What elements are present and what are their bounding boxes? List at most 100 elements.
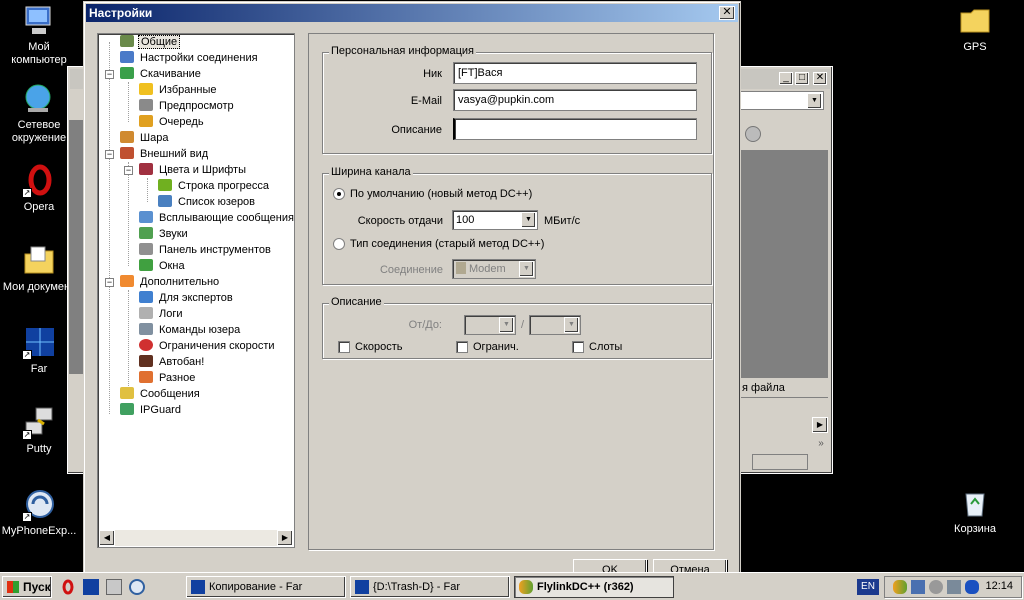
modem-icon — [456, 262, 466, 274]
shortcut-arrow-icon: ↗ — [22, 430, 32, 440]
slots-checkbox[interactable] — [572, 341, 584, 353]
download-icon — [120, 67, 134, 79]
tree-item-popups[interactable]: Всплывающие сообщения — [139, 210, 294, 226]
collapse-toggle[interactable]: − — [105, 150, 114, 159]
close-button[interactable]: ✕ — [719, 6, 735, 20]
tree-item-connection[interactable]: Настройки соединения — [120, 50, 260, 66]
chevron-down-icon[interactable]: ▼ — [807, 93, 822, 109]
usb-tray-icon[interactable] — [947, 580, 961, 594]
background-combo[interactable]: ▼ — [740, 91, 824, 110]
tree-item-downloads[interactable]: Скачивание — [120, 66, 203, 82]
taskbar: Пуск Копирование - Far {D:\Trash-D} - Fa… — [0, 572, 1024, 600]
network-tray-icon[interactable] — [911, 580, 925, 594]
collapse-toggle[interactable]: − — [105, 278, 114, 287]
far-quicklaunch-icon[interactable] — [83, 579, 99, 595]
tree-horizontal-scrollbar[interactable]: ◀ ▶ — [99, 530, 293, 546]
scroll-right-arrow[interactable]: ▶ — [812, 417, 828, 433]
tree-item-queue[interactable]: Очередь — [139, 114, 206, 130]
group-legend: Описание — [329, 296, 384, 308]
limit-checkbox[interactable] — [456, 341, 468, 353]
sound-tray-icon[interactable] — [929, 580, 943, 594]
tree-item-user-commands[interactable]: Команды юзера — [139, 322, 242, 338]
limit-checkbox-label[interactable]: Огранич. — [473, 341, 519, 353]
tree-item-ipguard[interactable]: IPGuard — [120, 402, 183, 418]
tree-item-colors-fonts[interactable]: Цвета и Шрифты — [139, 162, 248, 178]
tree-item-windows[interactable]: Окна — [139, 258, 187, 274]
dialog-titlebar[interactable]: Настройки ✕ — [86, 4, 738, 22]
tree-item-appearance[interactable]: Внешний вид — [120, 146, 210, 162]
maximize-button[interactable]: □ — [795, 72, 809, 85]
default-method-label[interactable]: По умолчанию (новый метод DC++) — [350, 188, 532, 200]
desktop-icon-recycle-bin[interactable]: Корзина — [936, 486, 1014, 536]
tree-item-favorites[interactable]: Избранные — [139, 82, 219, 98]
phone-quicklaunch-icon[interactable] — [129, 579, 145, 595]
desktop-icon-myphoneexplorer[interactable]: ↗ MyPhoneExp... — [0, 488, 78, 538]
speaker-icon[interactable] — [745, 126, 761, 142]
clock[interactable]: 12:14 — [985, 580, 1013, 592]
chevron-down-icon[interactable]: ▼ — [521, 212, 536, 228]
tree-item-sounds[interactable]: Звуки — [139, 226, 190, 242]
myphoneexplorer-icon: ↗ — [22, 488, 56, 522]
flylink-butterfly-icon — [519, 580, 533, 594]
tree-item-misc[interactable]: Разное — [139, 370, 197, 386]
tree-item-toolbar[interactable]: Панель инструментов — [139, 242, 273, 258]
desktop-icon-gps[interactable]: GPS — [936, 4, 1014, 54]
connection-label: Соединение — [379, 264, 443, 276]
collapse-toggle[interactable]: − — [124, 166, 133, 175]
group-description: Описание От/До: ▼ / ▼ Скорость Огранич. … — [322, 296, 712, 359]
task-label: FlylinkDC++ (r362) — [537, 581, 634, 593]
email-field[interactable]: vasya@pupkin.com — [453, 89, 697, 111]
start-button[interactable]: Пуск — [2, 576, 52, 598]
task-copy-far[interactable]: Копирование - Far — [186, 576, 346, 598]
progress-icon — [158, 179, 172, 191]
popup-icon — [139, 211, 153, 223]
group-legend: Персональная информация — [329, 45, 477, 57]
tree-item-logs[interactable]: Логи — [139, 306, 185, 322]
nick-field[interactable]: [FT]Вася — [453, 62, 697, 84]
preview-icon — [139, 99, 153, 111]
slots-checkbox-label[interactable]: Слоты — [589, 341, 622, 353]
background-window-content — [740, 150, 828, 378]
connection-type-label[interactable]: Тип соединения (старый метод DC++) — [350, 238, 544, 250]
collapse-toggle[interactable]: − — [105, 70, 114, 79]
connection-icon — [120, 51, 134, 63]
chevron-double-right-icon[interactable]: » — [814, 437, 828, 451]
description-field[interactable] — [453, 118, 697, 140]
tree-item-speed-limits[interactable]: Ограничения скорости — [139, 338, 277, 354]
settings-tree[interactable]: − − − − Общие Настройки соединения Скачи… — [97, 33, 295, 548]
tree-item-preview[interactable]: Предпросмотр — [139, 98, 236, 114]
desktop-icon-my-computer[interactable]: Мой компьютер — [0, 4, 78, 67]
scroll-right-icon[interactable]: ▶ — [277, 530, 293, 546]
tree-item-messages[interactable]: Сообщения — [120, 386, 202, 402]
connection-type-radio[interactable] — [333, 238, 345, 250]
tree-item-autoban[interactable]: Автобан! — [139, 354, 206, 370]
opera-quicklaunch-icon[interactable] — [60, 579, 76, 595]
flylink-tray-icon[interactable] — [893, 580, 907, 594]
speed-checkbox[interactable] — [338, 341, 350, 353]
default-method-radio[interactable] — [333, 188, 345, 200]
tree-item-experts[interactable]: Для экспертов — [139, 290, 235, 306]
settings-dialog[interactable]: Настройки ✕ − − − − Общие Настройки соед… — [83, 1, 741, 575]
tree-item-user-list[interactable]: Список юзеров — [158, 194, 257, 210]
tree-item-progress-bar[interactable]: Строка прогресса — [158, 178, 271, 194]
scroll-left-icon[interactable]: ◀ — [99, 530, 115, 546]
putty-quicklaunch-icon[interactable] — [106, 579, 122, 595]
dialog-title: Настройки — [89, 6, 153, 20]
language-indicator[interactable]: EN — [857, 579, 879, 595]
upload-speed-combo[interactable]: 100 ▼ — [452, 210, 538, 230]
documents-folder-icon — [22, 244, 56, 278]
tree-item-general[interactable]: Общие — [120, 34, 181, 50]
task-flylinkdc[interactable]: FlylinkDC++ (r362) — [514, 576, 674, 598]
desktop-icon-label: GPS — [963, 41, 987, 53]
group-legend: Ширина канала — [329, 166, 413, 178]
minimize-button[interactable]: _ — [779, 72, 793, 85]
tree-item-advanced[interactable]: Дополнительно — [120, 274, 221, 290]
close-button[interactable]: ✕ — [813, 72, 827, 85]
speed-checkbox-label[interactable]: Скорость — [355, 341, 403, 353]
tree-item-share[interactable]: Шара — [120, 130, 170, 146]
task-trash-far[interactable]: {D:\Trash-D} - Far — [350, 576, 510, 598]
bluetooth-tray-icon[interactable] — [965, 580, 979, 594]
column-header-filename[interactable]: я файла — [740, 382, 828, 398]
fromto-label: От/До: — [408, 319, 442, 331]
chevron-down-icon: ▼ — [519, 261, 534, 277]
